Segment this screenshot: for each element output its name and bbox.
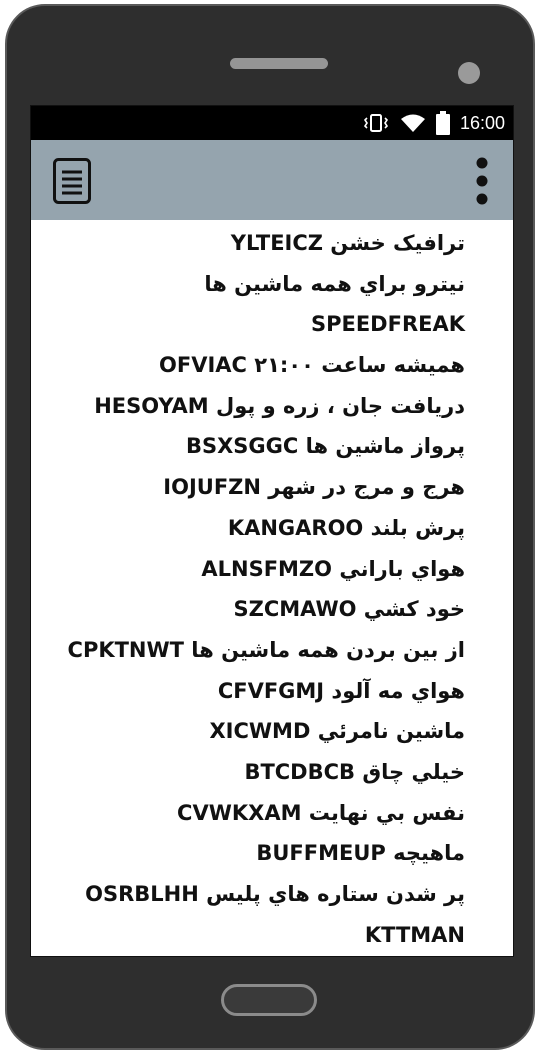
list-item: SPEEDFREAK [310,312,465,337]
list-item: ماشین نامرئي XICWMD [209,719,465,744]
front-camera [458,62,480,84]
list-item: ترافیک خشن YLTEICZ [230,231,465,255]
list-item: از بین بردن همه ماشین ها CPKTNWT [67,637,465,662]
document-menu-icon[interactable] [53,158,91,204]
list-item: هواي مه آلود CFVFGMJ [217,678,465,703]
screen: 16:00 ترافیک خشن YLTEICZ نیترو براي همه … [30,105,514,957]
list-item: همیشه ساعت ۲۱:۰۰ OFVIAC [159,353,465,378]
app-bar [31,140,513,220]
home-button[interactable] [221,984,317,1016]
list-item: هرج و مرج در شهر IOJUFZN [163,475,465,500]
vibrate-icon [362,113,390,133]
battery-icon [435,111,450,135]
status-bar: 16:00 [31,106,513,140]
list-item: ماهیچه BUFFMEUP [256,841,465,866]
list-item: هواي باراني ALNSFMZO [201,556,465,581]
list-item: نیترو براي همه ماشین ها [204,271,465,296]
wifi-icon [400,113,426,133]
more-vert-icon[interactable] [475,157,489,205]
list-item: خیلي چاق BTCDBCB [244,759,465,784]
list-item: پرواز ماشین ها BSXSGGC [185,434,465,459]
speaker-grille [230,58,328,69]
cheat-list-container[interactable]: ترافیک خشن YLTEICZ نیترو براي همه ماشین … [31,220,513,956]
list-item: پر شدن ستاره هاي پلیس OSRBLHH [85,882,465,906]
list-item: خود کشي SZCMAWO [233,597,465,622]
list-item: پرش بلند KANGAROO [227,515,465,540]
list-item: نفس بي نهایت CVWKXAM [177,800,465,825]
list-item: دریافت جان ، زره و پول HESOYAM [94,393,465,418]
cheat-list: ترافیک خشن YLTEICZ نیترو براي همه ماشین … [31,223,513,955]
status-time: 16:00 [459,112,505,133]
list-item: KTTMAN [364,922,465,947]
